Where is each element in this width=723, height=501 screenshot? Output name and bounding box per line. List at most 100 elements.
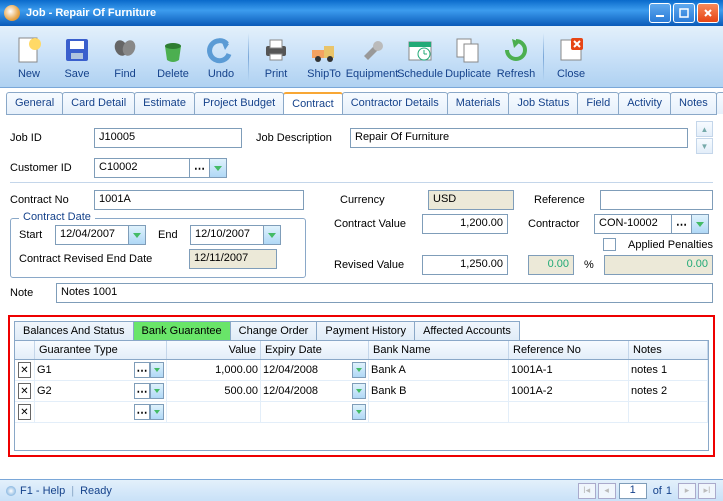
desc-scroll-down[interactable]: ▼: [696, 138, 713, 154]
table-row[interactable]: ✕⋯: [15, 402, 708, 423]
subtab-bank-guarantee[interactable]: Bank Guarantee: [133, 321, 231, 340]
tab-project-budget[interactable]: Project Budget: [194, 92, 284, 114]
lookup-dots-icon[interactable]: ⋯: [190, 158, 210, 178]
chevron-down-icon[interactable]: [210, 158, 227, 178]
chevron-down-icon[interactable]: [692, 214, 709, 234]
job-id-field[interactable]: J10005: [94, 128, 242, 148]
chevron-down-icon[interactable]: [129, 225, 146, 245]
print-button[interactable]: Print: [253, 30, 299, 84]
chevron-down-icon[interactable]: [264, 225, 281, 245]
refresh-button[interactable]: Refresh: [493, 30, 539, 84]
nav-prev[interactable]: ◂: [598, 483, 616, 499]
nav-next[interactable]: ▸: [678, 483, 696, 499]
nav-first[interactable]: I◂: [578, 483, 596, 499]
col-ref[interactable]: Reference No: [509, 341, 629, 359]
cell-bank[interactable]: Bank B: [369, 381, 509, 401]
tab-contract[interactable]: Contract: [283, 92, 343, 114]
row-delete-icon[interactable]: ✕: [18, 383, 31, 399]
find-button[interactable]: Find: [102, 30, 148, 84]
row-delete-icon[interactable]: ✕: [18, 362, 31, 378]
col-notes[interactable]: Notes: [629, 341, 708, 359]
subtab-change-order[interactable]: Change Order: [230, 321, 318, 340]
cell-expiry[interactable]: 12/04/2008: [263, 385, 352, 397]
cell-type[interactable]: G2: [37, 385, 134, 397]
col-value[interactable]: Value: [167, 341, 261, 359]
shipto-button[interactable]: ShipTo: [301, 30, 347, 84]
status-ready: Ready: [80, 485, 112, 497]
tab-field[interactable]: Field: [577, 92, 619, 114]
note-field[interactable]: Notes 1001: [56, 283, 713, 303]
close-button[interactable]: [697, 3, 719, 23]
cell-notes[interactable]: notes 2: [629, 381, 708, 401]
contractor-lookup[interactable]: CON-10002 ⋯: [594, 214, 709, 234]
maximize-button[interactable]: [673, 3, 695, 23]
contractor-field[interactable]: CON-10002: [594, 214, 672, 234]
tab-estimate[interactable]: Estimate: [134, 92, 195, 114]
tab-hours[interactable]: Hours: [716, 92, 723, 114]
subtab-payment-history[interactable]: Payment History: [316, 321, 415, 340]
col-bank[interactable]: Bank Name: [369, 341, 509, 359]
duplicate-button[interactable]: Duplicate: [445, 30, 491, 84]
close-window-button[interactable]: Close: [548, 30, 594, 84]
desc-scroll-up[interactable]: ▲: [696, 121, 713, 137]
tab-card-detail[interactable]: Card Detail: [62, 92, 135, 114]
contract-no-field[interactable]: 1001A: [94, 190, 304, 210]
cell-ref[interactable]: 1001A-2: [509, 381, 629, 401]
cell-ref[interactable]: 1001A-1: [509, 360, 629, 380]
cell-ref[interactable]: [509, 402, 629, 422]
tab-notes[interactable]: Notes: [670, 92, 717, 114]
cell-type[interactable]: G1: [37, 364, 134, 376]
lookup-dots-icon[interactable]: ⋯: [134, 383, 150, 399]
reference-field[interactable]: [600, 190, 713, 210]
end-date-field[interactable]: 12/10/2007: [190, 225, 264, 245]
save-button[interactable]: Save: [54, 30, 100, 84]
new-button[interactable]: New: [6, 30, 52, 84]
customer-id-lookup[interactable]: C10002 ⋯: [94, 158, 227, 178]
table-row[interactable]: ✕ G2⋯ 500.0012/04/2008 Bank B1001A-2notes 2: [15, 381, 708, 402]
undo-button[interactable]: Undo: [198, 30, 244, 84]
lookup-dots-icon[interactable]: ⋯: [134, 404, 150, 420]
col-guarantee-type[interactable]: Guarantee Type: [35, 341, 167, 359]
tab-contractor-details[interactable]: Contractor Details: [342, 92, 448, 114]
tab-materials[interactable]: Materials: [447, 92, 510, 114]
applied-penalties-checkbox[interactable]: [603, 238, 616, 251]
bank-guarantee-section: Balances And Status Bank Guarantee Chang…: [8, 315, 715, 457]
contract-value-field[interactable]: 1,200.00: [422, 214, 508, 234]
tab-activity[interactable]: Activity: [618, 92, 671, 114]
table-row[interactable]: ✕ G1⋯ 1,000.0012/04/2008 Bank A1001A-1notes…: [15, 360, 708, 381]
cell-value[interactable]: 500.00: [167, 381, 261, 401]
cell-expiry[interactable]: 12/04/2008: [263, 364, 352, 376]
col-expiry[interactable]: Expiry Date: [261, 341, 369, 359]
start-date-field[interactable]: 12/04/2007: [55, 225, 129, 245]
tab-general[interactable]: General: [6, 92, 63, 114]
row-delete-icon[interactable]: ✕: [18, 404, 31, 420]
revised-value-field[interactable]: 1,250.00: [422, 255, 508, 275]
customer-id-field[interactable]: C10002: [94, 158, 190, 178]
chevron-down-icon[interactable]: [352, 404, 366, 420]
chevron-down-icon[interactable]: [150, 404, 164, 420]
cell-value[interactable]: [167, 402, 261, 422]
chevron-down-icon[interactable]: [150, 362, 164, 378]
tab-job-status[interactable]: Job Status: [508, 92, 578, 114]
cell-bank[interactable]: Bank A: [369, 360, 509, 380]
chevron-down-icon[interactable]: [150, 383, 164, 399]
end-date-combo[interactable]: 12/10/2007: [190, 225, 281, 245]
cell-notes[interactable]: notes 1: [629, 360, 708, 380]
chevron-down-icon[interactable]: [352, 362, 366, 378]
subtab-balances[interactable]: Balances And Status: [14, 321, 134, 340]
chevron-down-icon[interactable]: [352, 383, 366, 399]
schedule-button[interactable]: Schedule: [397, 30, 443, 84]
start-date-combo[interactable]: 12/04/2007: [55, 225, 146, 245]
equipment-button[interactable]: Equipment: [349, 30, 395, 84]
cell-value[interactable]: 1,000.00: [167, 360, 261, 380]
nav-last[interactable]: ▸I: [698, 483, 716, 499]
delete-button[interactable]: Delete: [150, 30, 196, 84]
cell-bank[interactable]: [369, 402, 509, 422]
lookup-dots-icon[interactable]: ⋯: [672, 214, 692, 234]
cell-notes[interactable]: [629, 402, 708, 422]
subtab-affected-accounts[interactable]: Affected Accounts: [414, 321, 520, 340]
minimize-button[interactable]: [649, 3, 671, 23]
job-desc-field[interactable]: Repair Of Furniture: [350, 128, 688, 148]
lookup-dots-icon[interactable]: ⋯: [134, 362, 150, 378]
page-field[interactable]: 1: [619, 483, 647, 499]
